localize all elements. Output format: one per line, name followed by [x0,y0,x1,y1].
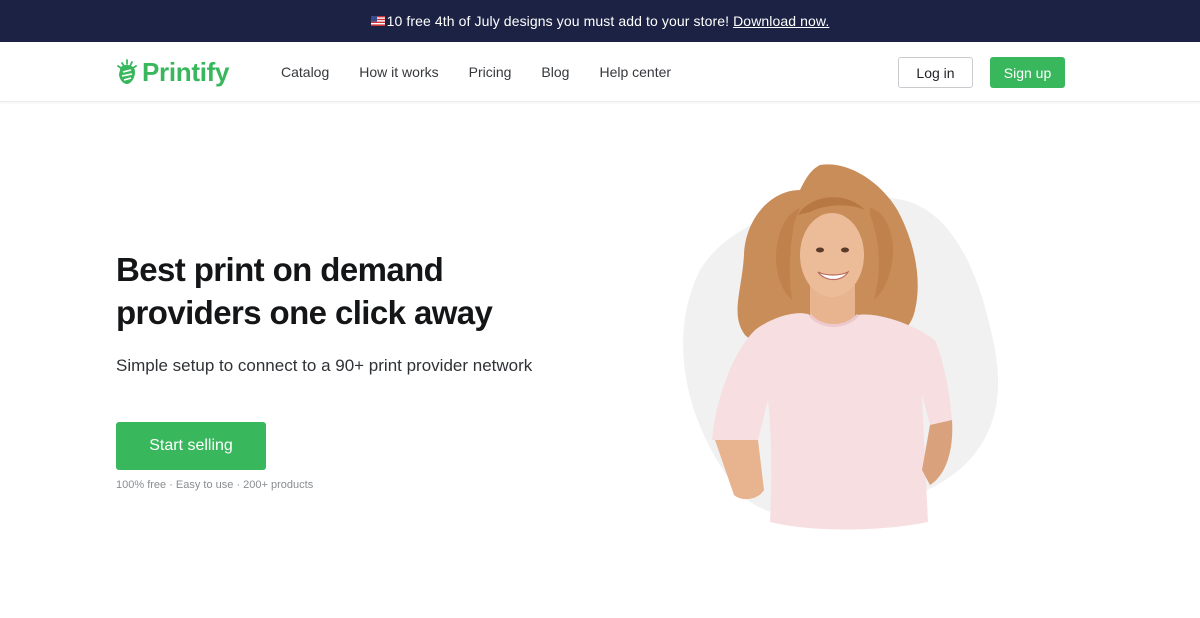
us-flag-icon [370,16,385,26]
announcement-text: 10 free 4th of July designs you must add… [386,13,730,29]
hero-title: Best print on demand providers one click… [116,248,596,334]
nav-how-it-works[interactable]: How it works [359,64,438,80]
nav-blog[interactable]: Blog [541,64,569,80]
hero-note: 100% free · Easy to use · 200+ products [116,479,314,491]
signup-button[interactable]: Sign up [990,57,1065,88]
start-selling-button[interactable]: Start selling [116,422,266,470]
nav-catalog[interactable]: Catalog [281,64,329,80]
main-nav: Catalog How it works Pricing Blog Help c… [281,42,701,102]
login-button[interactable]: Log in [898,57,973,88]
download-now-link[interactable]: Download now. [733,13,829,29]
hero-title-line-2: providers one click away [116,294,493,331]
brand-name: Printify [142,56,230,87]
nav-pricing[interactable]: Pricing [469,64,512,80]
printify-logo-icon [117,59,137,84]
nav-help-center[interactable]: Help center [599,64,671,80]
announcement-bar: 10 free 4th of July designs you must add… [0,0,1200,42]
hero-subtitle: Simple setup to connect to a 90+ print p… [116,356,533,375]
brand-logo[interactable]: Printify [116,56,229,88]
hero-title-line-1: Best print on demand [116,251,444,288]
hero-model-image [683,164,999,530]
site-header: Printify Catalog How it works Pricing Bl… [0,42,1200,102]
